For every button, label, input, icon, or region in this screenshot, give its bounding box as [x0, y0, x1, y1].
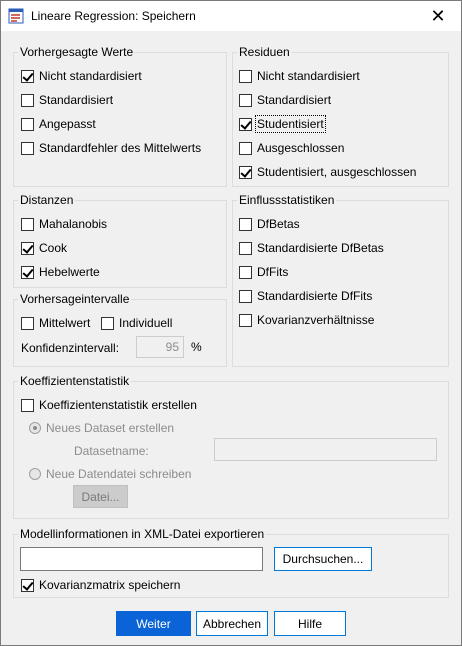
- prediction-intervals-group: Vorhersageintervalle Mittelwert Individu…: [13, 292, 227, 367]
- checkbox-label: Koeffizientenstatistik erstellen: [39, 398, 197, 412]
- residuals-legend: Residuen: [237, 45, 292, 59]
- std-dfbetas-checkbox[interactable]: Standardisierte DfBetas: [239, 240, 384, 256]
- checkbox-unchecked-icon: [239, 313, 252, 327]
- checkbox-unchecked-icon: [239, 69, 252, 83]
- coef-stats-legend: Koeffizientenstatistik: [18, 374, 132, 388]
- distances-legend: Distanzen: [18, 193, 76, 207]
- checkbox-label: Nicht standardisiert: [257, 69, 360, 83]
- title-bar: Lineare Regression: Speichern ✕: [1, 1, 461, 31]
- checkbox-label: Cook: [39, 241, 68, 255]
- checkbox-label: Kovarianzmatrix speichern: [39, 578, 181, 592]
- checkbox-checked-icon: [239, 165, 252, 179]
- checkbox-label: Standardfehler des Mittelwerts: [39, 141, 202, 155]
- checkbox-label: Hebelwerte: [39, 265, 100, 279]
- influence-legend: Einflussstatistiken: [237, 193, 337, 207]
- checkbox-unchecked-icon: [101, 316, 114, 330]
- coefficient-statistics-group: Koeffizientenstatistik Koeffizientenstat…: [13, 374, 449, 519]
- radio-unselected-icon: [29, 468, 41, 480]
- mahalanobis-checkbox[interactable]: Mahalanobis: [21, 216, 107, 232]
- residual-studentized-checkbox[interactable]: Studentisiert: [239, 115, 326, 133]
- residual-studentized-deleted-checkbox[interactable]: Studentisiert, ausgeschlossen: [239, 164, 416, 180]
- checkbox-label: Studentisiert, ausgeschlossen: [257, 165, 417, 179]
- window-title: Lineare Regression: Speichern: [31, 9, 196, 23]
- cook-checkbox[interactable]: Cook: [21, 240, 67, 256]
- residual-standardized-checkbox[interactable]: Standardisiert: [239, 92, 331, 108]
- predicted-values-group: Vorhergesagte Werte Nicht standardisiert…: [13, 45, 227, 187]
- file-button[interactable]: Datei...: [73, 485, 128, 508]
- radio-label: Neue Datendatei schreiben: [46, 467, 192, 481]
- leverage-checkbox[interactable]: Hebelwerte: [21, 264, 100, 280]
- new-datafile-radio[interactable]: Neue Datendatei schreiben: [29, 466, 191, 482]
- distances-group: Distanzen Mahalanobis Cook Hebelwerte: [13, 193, 227, 288]
- checkbox-label: Mahalanobis: [39, 217, 108, 231]
- interval-individual-checkbox[interactable]: Individuell: [101, 315, 172, 331]
- checkbox-unchecked-icon: [21, 141, 34, 155]
- checkbox-label: DfFits: [257, 265, 289, 279]
- new-dataset-radio[interactable]: Neues Dataset erstellen: [29, 420, 174, 436]
- checkbox-unchecked-icon: [21, 93, 34, 107]
- browse-button[interactable]: Durchsuchen...: [274, 547, 372, 571]
- dfbetas-checkbox[interactable]: DfBetas: [239, 216, 300, 232]
- checkbox-unchecked-icon: [239, 265, 252, 279]
- checkbox-label: Standardisierte DfBetas: [257, 241, 384, 255]
- checkbox-unchecked-icon: [239, 141, 252, 155]
- cancel-button[interactable]: Abbrechen: [196, 611, 268, 636]
- save-covariance-matrix-checkbox[interactable]: Kovarianzmatrix speichern: [21, 577, 180, 593]
- prediction-intervals-legend: Vorhersageintervalle: [18, 292, 132, 306]
- radio-label: Neues Dataset erstellen: [46, 421, 175, 435]
- predicted-standardized-checkbox[interactable]: Standardisiert: [21, 92, 113, 108]
- predicted-values-legend: Vorhergesagte Werte: [18, 45, 136, 59]
- checkbox-label: Standardisiert: [257, 93, 332, 107]
- std-dffits-checkbox[interactable]: Standardisierte DfFits: [239, 288, 372, 304]
- checkbox-label: Angepasst: [39, 117, 96, 131]
- checkbox-label: Nicht standardisiert: [39, 69, 142, 83]
- continue-button[interactable]: Weiter: [116, 611, 191, 636]
- interval-mean-checkbox[interactable]: Mittelwert: [21, 315, 90, 331]
- create-coef-stats-checkbox[interactable]: Koeffizientenstatistik erstellen: [21, 397, 197, 413]
- checkbox-unchecked-icon: [21, 117, 34, 131]
- confidence-interval-input[interactable]: 95: [136, 336, 184, 358]
- checkbox-unchecked-icon: [239, 241, 252, 255]
- residual-unstandardized-checkbox[interactable]: Nicht standardisiert: [239, 68, 360, 84]
- dataset-name-input[interactable]: [214, 438, 437, 461]
- checkbox-label: Standardisiert: [39, 93, 114, 107]
- percent-sign: %: [191, 340, 202, 354]
- dffits-checkbox[interactable]: DfFits: [239, 264, 288, 280]
- residuals-group: Residuen Nicht standardisiert Standardis…: [232, 45, 449, 187]
- radio-selected-icon: [29, 422, 41, 434]
- checkbox-label: DfBetas: [257, 217, 300, 231]
- checkbox-label: Individuell: [119, 316, 173, 330]
- checkbox-label: Kovarianzverhältnisse: [257, 313, 375, 327]
- predicted-se-mean-checkbox[interactable]: Standardfehler des Mittelwerts: [21, 140, 201, 156]
- checkbox-unchecked-icon: [21, 316, 34, 330]
- checkbox-label: Mittelwert: [39, 316, 91, 330]
- dataset-name-label: Datasetname:: [74, 444, 149, 458]
- checkbox-checked-icon: [21, 265, 34, 279]
- checkbox-unchecked-icon: [239, 217, 252, 231]
- checkbox-label: Studentisiert: [255, 115, 326, 133]
- xml-export-group: Modellinformationen in XML-Datei exporti…: [13, 527, 449, 598]
- close-icon[interactable]: ✕: [415, 1, 461, 31]
- influence-statistics-group: Einflussstatistiken DfBetas Standardisie…: [232, 193, 449, 367]
- checkbox-checked-icon: [239, 117, 252, 131]
- confidence-interval-label: Konfidenzintervall:: [21, 341, 120, 355]
- checkbox-checked-icon: [21, 578, 34, 592]
- checkbox-checked-icon: [21, 69, 34, 83]
- checkbox-unchecked-icon: [239, 289, 252, 303]
- dialog-window: Lineare Regression: Speichern ✕ Vorherge…: [0, 0, 462, 646]
- xml-export-legend: Modellinformationen in XML-Datei exporti…: [18, 527, 267, 541]
- checkbox-checked-icon: [21, 241, 34, 255]
- checkbox-unchecked-icon: [21, 398, 34, 412]
- predicted-unstandardized-checkbox[interactable]: Nicht standardisiert: [21, 68, 142, 84]
- checkbox-unchecked-icon: [239, 93, 252, 107]
- xml-file-path-input[interactable]: [20, 547, 263, 571]
- checkbox-label: Ausgeschlossen: [257, 141, 345, 155]
- covariance-ratio-checkbox[interactable]: Kovarianzverhältnisse: [239, 312, 374, 328]
- checkbox-label: Standardisierte DfFits: [257, 289, 373, 303]
- predicted-adjusted-checkbox[interactable]: Angepasst: [21, 116, 96, 132]
- help-button[interactable]: Hilfe: [274, 611, 346, 636]
- checkbox-unchecked-icon: [21, 217, 34, 231]
- residual-deleted-checkbox[interactable]: Ausgeschlossen: [239, 140, 344, 156]
- spss-dialog-icon: [8, 8, 24, 24]
